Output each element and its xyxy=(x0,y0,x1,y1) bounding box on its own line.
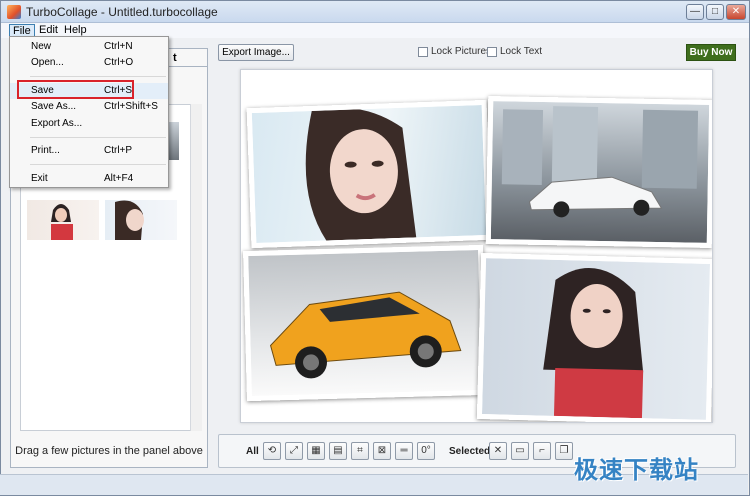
watermark: 极速下载站 xyxy=(574,457,699,484)
collage-photo-yellow-suv[interactable] xyxy=(243,244,487,402)
menu-item-label: Export As... xyxy=(31,118,83,129)
menu-item-print[interactable]: Print... Ctrl+P xyxy=(10,143,168,159)
menu-item-exit[interactable]: Exit Alt+F4 xyxy=(10,171,168,187)
selected-label: Selected xyxy=(449,446,491,457)
menu-item-shortcut: Ctrl+Shift+S xyxy=(104,101,158,112)
thumbnail-woman-red-dress[interactable] xyxy=(27,200,99,240)
image-icon[interactable]: ▭ xyxy=(511,442,529,460)
collage-photo-white-car[interactable] xyxy=(485,96,712,248)
grid-layout-icon[interactable]: ▦ xyxy=(307,442,325,460)
lock-text-label: Lock Text xyxy=(500,46,543,57)
collage-photo-red-dress[interactable] xyxy=(476,252,712,422)
maximize-button[interactable]: □ xyxy=(706,4,724,20)
lock-pictures-label: Lock Pictures xyxy=(431,46,492,57)
app-icon xyxy=(7,5,21,19)
fill-icon[interactable]: ⊠ xyxy=(373,442,391,460)
window-title: TurboCollage - Untitled.turbocollage xyxy=(26,5,218,19)
file-menu-dropdown: New Ctrl+N Open... Ctrl+O Save Ctrl+S Sa… xyxy=(9,36,169,188)
menu-item-shortcut: Ctrl+O xyxy=(104,57,134,68)
mosaic-layout-icon[interactable]: ▤ xyxy=(329,442,347,460)
menu-separator xyxy=(30,76,166,77)
menu-item-label: Save As... xyxy=(31,101,77,112)
menu-item-new[interactable]: New Ctrl+N xyxy=(10,39,168,55)
menu-item-label: Print... xyxy=(31,145,60,156)
menu-separator xyxy=(30,164,166,165)
minimize-button[interactable]: — xyxy=(686,4,704,20)
align-icon[interactable]: ═ xyxy=(395,442,413,460)
thumbnail-woman-portrait[interactable] xyxy=(105,200,177,240)
title-bar: TurboCollage - Untitled.turbocollage — □… xyxy=(1,1,749,23)
save-highlight-box xyxy=(17,80,134,99)
lock-text-checkbox[interactable] xyxy=(487,47,497,57)
menu-item-label: New xyxy=(31,41,52,52)
menu-item-save-as[interactable]: Save As... Ctrl+Shift+S xyxy=(10,99,168,115)
shuffle-all-icon[interactable]: ⟲ xyxy=(263,442,281,460)
crop-icon[interactable]: ⌐ xyxy=(533,442,551,460)
panel-hint: Drag a few pictures in the panel above xyxy=(15,445,203,457)
close-button[interactable]: ✕ xyxy=(726,4,746,20)
menu-item-shortcut: Ctrl+P xyxy=(104,145,133,156)
buy-now-button[interactable]: Buy Now xyxy=(686,44,736,61)
menu-item-label: Open... xyxy=(31,57,64,68)
rotate-all-value[interactable]: 0° xyxy=(417,442,435,460)
export-image-button[interactable]: Export Image... xyxy=(218,44,294,61)
collage-canvas[interactable] xyxy=(240,69,713,423)
remove-icon[interactable]: ✕ xyxy=(489,442,507,460)
menu-separator xyxy=(30,137,166,138)
collage-photo-portrait[interactable] xyxy=(246,99,492,249)
menu-item-shortcut: Alt+F4 xyxy=(104,173,134,184)
menu-item-open[interactable]: Open... Ctrl+O xyxy=(10,55,168,71)
menu-item-export-as[interactable]: Export As... xyxy=(10,116,168,132)
bring-front-icon[interactable]: ❐ xyxy=(555,442,573,460)
expand-all-icon[interactable]: ⤢ xyxy=(285,442,303,460)
menu-item-label: Exit xyxy=(31,173,48,184)
menu-item-shortcut: Ctrl+N xyxy=(104,41,133,52)
thumbnail-scrollbar[interactable] xyxy=(190,104,202,431)
all-label: All xyxy=(246,446,259,457)
thumbnail-car[interactable] xyxy=(169,122,179,160)
lock-pictures-checkbox[interactable] xyxy=(418,47,428,57)
fit-icon[interactable]: ⌗ xyxy=(351,442,369,460)
